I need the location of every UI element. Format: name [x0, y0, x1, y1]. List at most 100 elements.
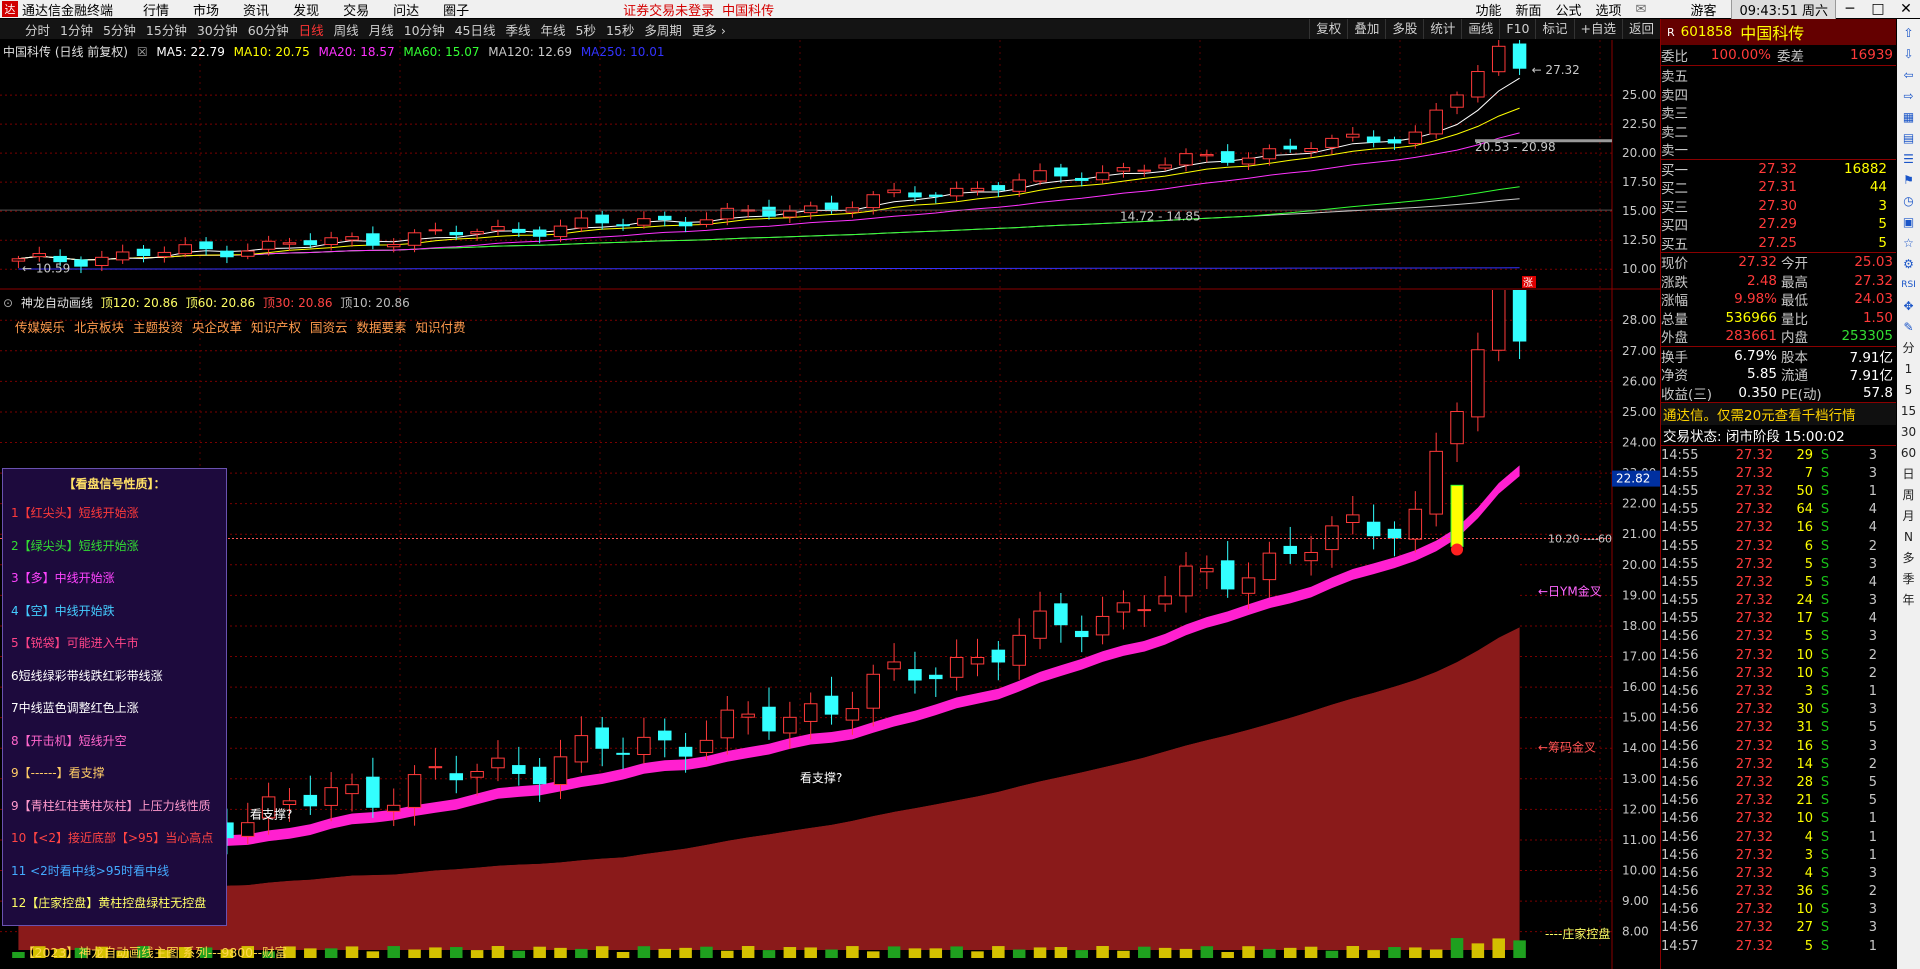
- sidebar-period-6[interactable]: 日: [1900, 464, 1918, 483]
- bid-row[interactable]: 买一 27.32 16882: [1661, 160, 1896, 179]
- period-tab[interactable]: 5秒: [571, 20, 601, 39]
- huaxian-button[interactable]: 画线: [1461, 19, 1499, 39]
- period-tab[interactable]: 月线: [364, 20, 399, 39]
- diejia-button[interactable]: 叠加: [1347, 19, 1385, 39]
- period-tab[interactable]: 分时: [20, 20, 55, 39]
- period-tab-active[interactable]: 日线: [294, 20, 329, 39]
- menu-wenda[interactable]: 问达: [383, 0, 433, 19]
- expand-icon[interactable]: ✥: [1900, 296, 1918, 315]
- sidebar-period-1[interactable]: 1: [1900, 359, 1918, 378]
- tongji-button[interactable]: 统计: [1423, 19, 1461, 39]
- minimize-icon[interactable]: ─: [1836, 1, 1864, 17]
- star-icon[interactable]: ☆: [1900, 233, 1918, 252]
- sidebar-period-9[interactable]: N: [1900, 527, 1918, 546]
- level2-ad-banner[interactable]: 通达信。仅需20元查看千档行情: [1661, 403, 1896, 425]
- rsi-icon[interactable]: RSI: [1900, 275, 1918, 294]
- duogu-button[interactable]: 多股: [1385, 19, 1423, 39]
- menu-faxian[interactable]: 发现: [283, 0, 333, 19]
- ym-cross-label: ←日YM金叉: [1538, 583, 1602, 598]
- period-tab[interactable]: 季线: [501, 20, 536, 39]
- menu-gongshi[interactable]: 公式: [1549, 0, 1589, 19]
- sidebar-period-8[interactable]: 月: [1900, 506, 1918, 525]
- lower-chart-canvas[interactable]: 28.0027.0026.0025.0024.0023.0022.0021.00…: [0, 264, 1660, 969]
- ask-row[interactable]: 卖二: [1661, 122, 1896, 141]
- menu-jiaoyi[interactable]: 交易: [333, 0, 383, 19]
- period-tab[interactable]: 15分钟: [141, 20, 192, 39]
- mail-icon[interactable]: ✉: [1629, 2, 1654, 17]
- period-tab[interactable]: 60分钟: [243, 20, 294, 39]
- concept-tag[interactable]: 国资云: [310, 320, 348, 335]
- user-label[interactable]: 游客: [1683, 0, 1723, 19]
- arrow-up-icon[interactable]: ⇧: [1900, 23, 1918, 42]
- menu-hangqing[interactable]: 行情: [133, 0, 183, 19]
- bid-row[interactable]: 买三 27.30 3: [1661, 197, 1896, 216]
- sidebar-period-4[interactable]: 30: [1900, 422, 1918, 441]
- concept-tag[interactable]: 数据要素: [357, 320, 407, 335]
- upper-kline-chart[interactable]: 25.00 22.50 20.00 17.50 15.00 12.50 10.00 ← 27.…: [0, 38, 1660, 290]
- ma-toggle-icon[interactable]: ☒: [137, 45, 148, 59]
- candle-body: [678, 746, 693, 757]
- list-icon[interactable]: ☰: [1900, 149, 1918, 168]
- fuquan-button[interactable]: 复权: [1309, 19, 1347, 39]
- close-icon[interactable]: ✕: [1892, 1, 1920, 17]
- biaoji-button[interactable]: 标记: [1535, 19, 1573, 39]
- maximize-icon[interactable]: □: [1864, 1, 1892, 17]
- sidebar-period-5[interactable]: 60: [1900, 443, 1918, 462]
- login-warning[interactable]: 证券交易未登录: [623, 0, 714, 19]
- period-tab[interactable]: 周线: [329, 20, 364, 39]
- sidebar-period-7[interactable]: 周: [1900, 485, 1918, 504]
- stat-row: 收益(三) 0.350 PE(动) 57.8: [1661, 384, 1896, 403]
- bid-row[interactable]: 买四 27.29 5: [1661, 215, 1896, 234]
- clock-icon[interactable]: ◷: [1900, 191, 1918, 210]
- ask-row[interactable]: 卖五: [1661, 66, 1896, 85]
- chart-icon[interactable]: ▤: [1900, 128, 1918, 147]
- menu-xuanxiang[interactable]: 选项: [1589, 0, 1629, 19]
- flag-icon[interactable]: ⚑: [1900, 170, 1918, 189]
- bell-icon[interactable]: ▣: [1900, 212, 1918, 231]
- menu-quanzi[interactable]: 圈子: [433, 0, 483, 19]
- ask-row[interactable]: 卖一: [1661, 140, 1896, 159]
- concept-tag[interactable]: 传媒娱乐: [15, 320, 65, 335]
- period-tab[interactable]: 45日线: [450, 20, 501, 39]
- f10-button[interactable]: F10: [1499, 19, 1535, 39]
- menu-shichang[interactable]: 市场: [183, 0, 233, 19]
- pen-icon[interactable]: ✎: [1900, 317, 1918, 336]
- bid-row[interactable]: 买五 27.25 5: [1661, 234, 1896, 253]
- sidebar-period-3[interactable]: 15: [1900, 401, 1918, 420]
- sidebar-period-11[interactable]: 季: [1900, 569, 1918, 588]
- upper-chart-canvas[interactable]: 25.00 22.50 20.00 17.50 15.00 12.50 10.00 ← 27.…: [0, 38, 1660, 290]
- ask-row[interactable]: 卖四: [1661, 85, 1896, 104]
- bid-row[interactable]: 买二 27.31 44: [1661, 178, 1896, 197]
- arrow-left-icon[interactable]: ⇦: [1900, 65, 1918, 84]
- sidebar-period-10[interactable]: 多: [1900, 548, 1918, 567]
- ask-row[interactable]: 卖三: [1661, 103, 1896, 122]
- menu-gongneng[interactable]: 功能: [1468, 0, 1508, 19]
- back-button[interactable]: 返回: [1621, 19, 1660, 39]
- period-tab[interactable]: 多周期: [639, 20, 687, 39]
- grid-icon[interactable]: ▦: [1900, 107, 1918, 126]
- concept-tag[interactable]: 央企改革: [192, 320, 242, 335]
- more-periods-button[interactable]: 更多 ›: [687, 20, 731, 39]
- period-tab[interactable]: 10分钟: [399, 20, 450, 39]
- sidebar-period-0[interactable]: 分: [1900, 338, 1918, 357]
- period-tab[interactable]: 年线: [536, 20, 571, 39]
- arrow-right-icon[interactable]: ⇨: [1900, 86, 1918, 105]
- period-tab[interactable]: 15秒: [601, 20, 639, 39]
- period-tab[interactable]: 30分钟: [192, 20, 243, 39]
- control-bar: [1388, 947, 1401, 958]
- zixuan-button[interactable]: +自选: [1573, 19, 1622, 39]
- concept-tag[interactable]: 知识产权: [251, 320, 301, 335]
- settings-icon[interactable]: ⚙: [1900, 254, 1918, 273]
- indicator-toggle-icon[interactable]: ⊙: [3, 296, 13, 310]
- sidebar-period-2[interactable]: 5: [1900, 380, 1918, 399]
- arrow-down-icon[interactable]: ⇩: [1900, 44, 1918, 63]
- menu-xinmian[interactable]: 新面: [1509, 0, 1549, 19]
- period-tab[interactable]: 1分钟: [55, 20, 98, 39]
- period-tab[interactable]: 5分钟: [98, 20, 141, 39]
- concept-tag[interactable]: 知识付费: [416, 320, 466, 335]
- menu-zixun[interactable]: 资讯: [233, 0, 283, 19]
- concept-tag[interactable]: 北京板块: [74, 320, 124, 335]
- lower-indicator-chart[interactable]: 28.0027.0026.0025.0024.0023.0022.0021.00…: [0, 264, 1660, 969]
- concept-tag[interactable]: 主题投资: [133, 320, 183, 335]
- sidebar-period-12[interactable]: 年: [1900, 590, 1918, 609]
